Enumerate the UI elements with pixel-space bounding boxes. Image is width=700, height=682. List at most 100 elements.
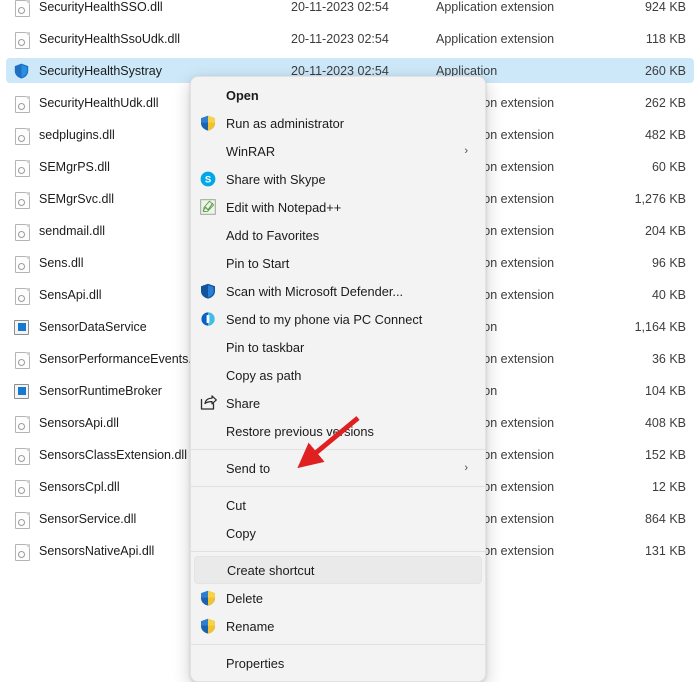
file-size: 104 KB: [644, 383, 686, 398]
menu-item[interactable]: Copy as path: [194, 361, 482, 389]
menu-icon-placeholder: [200, 339, 217, 356]
file-size: 482 KB: [644, 127, 686, 142]
menu-item-label: Send to my phone via PC Connect: [226, 311, 423, 327]
uac-shield-icon: [200, 115, 217, 132]
shield-icon: [14, 63, 30, 79]
file-size: 40 KB: [651, 287, 686, 302]
chevron-right-icon: ›: [464, 461, 468, 474]
menu-item-label: Properties: [226, 655, 285, 671]
menu-icon-placeholder: [200, 255, 217, 272]
defender-shield-icon: [200, 283, 217, 300]
menu-item[interactable]: S Share with Skype: [194, 165, 482, 193]
file-size: 408 KB: [644, 415, 686, 430]
menu-item-label: Run as administrator: [226, 115, 345, 131]
menu-item-label: WinRAR: [226, 143, 276, 159]
skype-icon: S: [200, 171, 217, 188]
dll-icon: [14, 159, 30, 177]
dll-icon: [14, 511, 30, 529]
menu-item-label: Restore previous versions: [226, 423, 374, 439]
dll-icon: [14, 223, 30, 241]
menu-item[interactable]: Share: [194, 389, 482, 417]
file-size: 864 KB: [644, 511, 686, 526]
app-icon: [14, 383, 30, 399]
file-size: 118 KB: [645, 31, 686, 46]
dll-icon: [14, 287, 30, 305]
menu-item[interactable]: Send to ›: [194, 454, 482, 482]
winrar-icon: [200, 143, 217, 160]
menu-item[interactable]: Edit with Notepad++: [194, 193, 482, 221]
menu-item-label: Rename: [226, 618, 275, 634]
menu-item[interactable]: Create shortcut: [194, 556, 482, 584]
menu-item[interactable]: Scan with Microsoft Defender...: [194, 277, 482, 305]
menu-item[interactable]: Restore previous versions: [194, 417, 482, 445]
file-name: SecurityHealthSSO.dll: [39, 0, 163, 14]
file-name: SecurityHealthSsoUdk.dll: [39, 31, 181, 46]
menu-item[interactable]: Pin to Start: [194, 249, 482, 277]
share-icon: [200, 394, 217, 412]
menu-item[interactable]: Run as administrator: [194, 109, 482, 137]
menu-item-label: Cut: [226, 497, 246, 513]
file-row[interactable]: SecurityHealthSsoUdk.dll 20-11-2023 02:54…: [6, 26, 694, 51]
menu-item[interactable]: Send to my phone via PC Connect: [194, 305, 482, 333]
menu-icon-placeholder: [200, 367, 217, 384]
menu-item[interactable]: Cut: [194, 491, 482, 519]
file-size: 260 KB: [644, 63, 686, 78]
notepadpp-icon: [200, 198, 217, 216]
uac-shield-icon: [200, 590, 217, 607]
context-menu[interactable]: Open Run as administrator WinRAR › S Share wi…: [190, 76, 486, 682]
svg-text:S: S: [205, 174, 211, 185]
file-size: 60 KB: [651, 159, 686, 174]
chevron-right-icon: ›: [464, 144, 468, 157]
menu-item-label: Open: [226, 87, 259, 103]
menu-item[interactable]: WinRAR ›: [194, 137, 482, 165]
dll-icon: [14, 0, 30, 17]
file-type: Application extension: [436, 31, 555, 46]
file-size: 1,276 KB: [634, 191, 686, 206]
menu-separator: [191, 449, 485, 450]
menu-item-label: Copy as path: [226, 367, 302, 383]
menu-item-label: Add to Favorites: [226, 227, 320, 243]
menu-separator: [191, 551, 485, 552]
dll-icon: [14, 255, 30, 273]
menu-item[interactable]: Rename: [194, 612, 482, 640]
dll-icon: [14, 191, 30, 209]
dll-icon: [14, 95, 30, 113]
dll-icon: [14, 447, 30, 465]
menu-item-label: Edit with Notepad++: [226, 199, 342, 215]
menu-item[interactable]: Properties: [194, 649, 482, 677]
dll-icon: [14, 543, 30, 561]
file-size: 36 KB: [651, 351, 686, 366]
menu-icon-placeholder: [200, 227, 217, 244]
file-type: Application extension: [436, 0, 555, 14]
menu-separator: [191, 644, 485, 645]
menu-item[interactable]: Delete: [194, 584, 482, 612]
menu-item[interactable]: Add to Favorites: [194, 221, 482, 249]
app-icon: [14, 319, 30, 335]
menu-item-label: Delete: [226, 590, 263, 606]
file-size: 924 KB: [644, 0, 686, 14]
menu-separator: [191, 486, 485, 487]
file-size: 152 KB: [644, 447, 686, 462]
menu-item-label: Pin to taskbar: [226, 339, 305, 355]
menu-item[interactable]: Copy: [194, 519, 482, 547]
dll-icon: [14, 31, 30, 49]
menu-item-label: Share with Skype: [226, 171, 326, 187]
dll-icon: [14, 127, 30, 145]
file-date-modified: 20-11-2023 02:54: [291, 0, 389, 14]
menu-item-label: Copy: [226, 525, 256, 541]
dll-icon: [14, 351, 30, 369]
file-size: 131 KB: [644, 543, 686, 558]
menu-icon-placeholder: [200, 87, 217, 104]
menu-item[interactable]: Open: [194, 81, 482, 109]
file-size: 1,164 KB: [634, 319, 686, 334]
menu-item-label: Scan with Microsoft Defender...: [226, 283, 404, 299]
file-row[interactable]: SecurityHealthSSO.dll 20-11-2023 02:54 App…: [6, 0, 694, 19]
file-date-modified: 20-11-2023 02:54: [291, 31, 389, 46]
menu-icon-placeholder: [200, 497, 217, 514]
dll-icon: [14, 415, 30, 433]
menu-item-label: Share: [226, 395, 261, 411]
menu-icon-placeholder: [200, 423, 217, 440]
file-size: 262 KB: [644, 95, 686, 110]
menu-item[interactable]: Pin to taskbar: [194, 333, 482, 361]
uac-shield-icon: [200, 618, 217, 635]
